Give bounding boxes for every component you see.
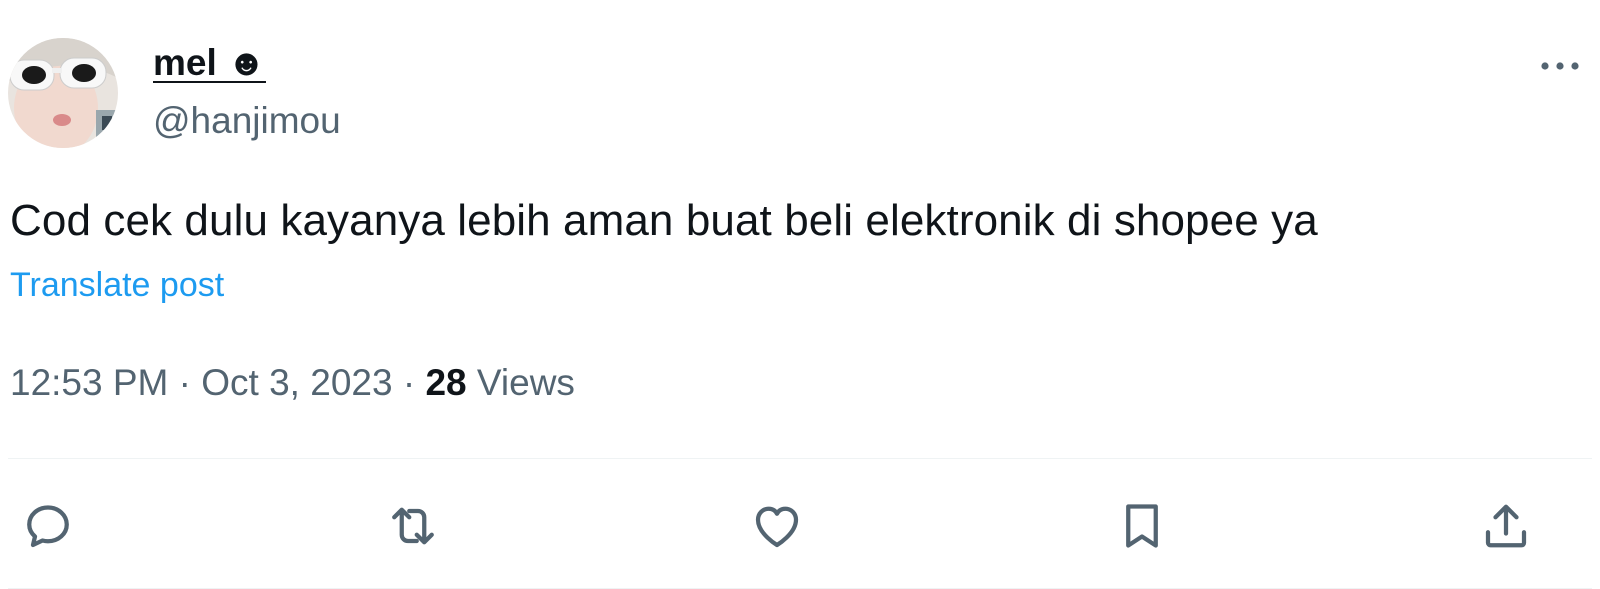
like-button[interactable]: [747, 496, 807, 556]
post-meta: 12:53 PM · Oct 3, 2023 · 28 Views: [10, 362, 575, 404]
tweet-card: mel ☻ @hanjimou Cod cek dulu kayanya leb…: [0, 0, 1600, 589]
reply-icon: [27, 505, 69, 548]
share-button[interactable]: [1476, 496, 1536, 556]
reply-button[interactable]: [18, 496, 78, 556]
views-count: 28: [425, 362, 467, 403]
post-date[interactable]: Oct 3, 2023: [201, 362, 392, 403]
share-icon: [1485, 504, 1527, 548]
bookmark-button[interactable]: [1112, 496, 1172, 556]
post-text: Cod cek dulu kayanya lebih aman buat bel…: [10, 196, 1318, 245]
author-handle[interactable]: @hanjimou: [153, 100, 341, 142]
author-display-name[interactable]: mel ☻: [153, 42, 266, 84]
more-icon: [1541, 62, 1579, 70]
repost-icon: [392, 507, 434, 545]
translate-post-link[interactable]: Translate post: [10, 266, 224, 305]
avatar[interactable]: [8, 38, 118, 148]
more-options-button[interactable]: [1536, 46, 1586, 86]
heart-icon: [755, 506, 799, 548]
meta-separator: ·: [178, 362, 191, 403]
meta-separator: ·: [402, 362, 416, 403]
divider: [8, 458, 1592, 459]
bookmark-icon: [1126, 504, 1158, 548]
avatar-photo-icon: [8, 38, 118, 148]
views-label: Views: [476, 362, 575, 403]
repost-button[interactable]: [383, 496, 443, 556]
post-time[interactable]: 12:53 PM: [10, 362, 168, 403]
